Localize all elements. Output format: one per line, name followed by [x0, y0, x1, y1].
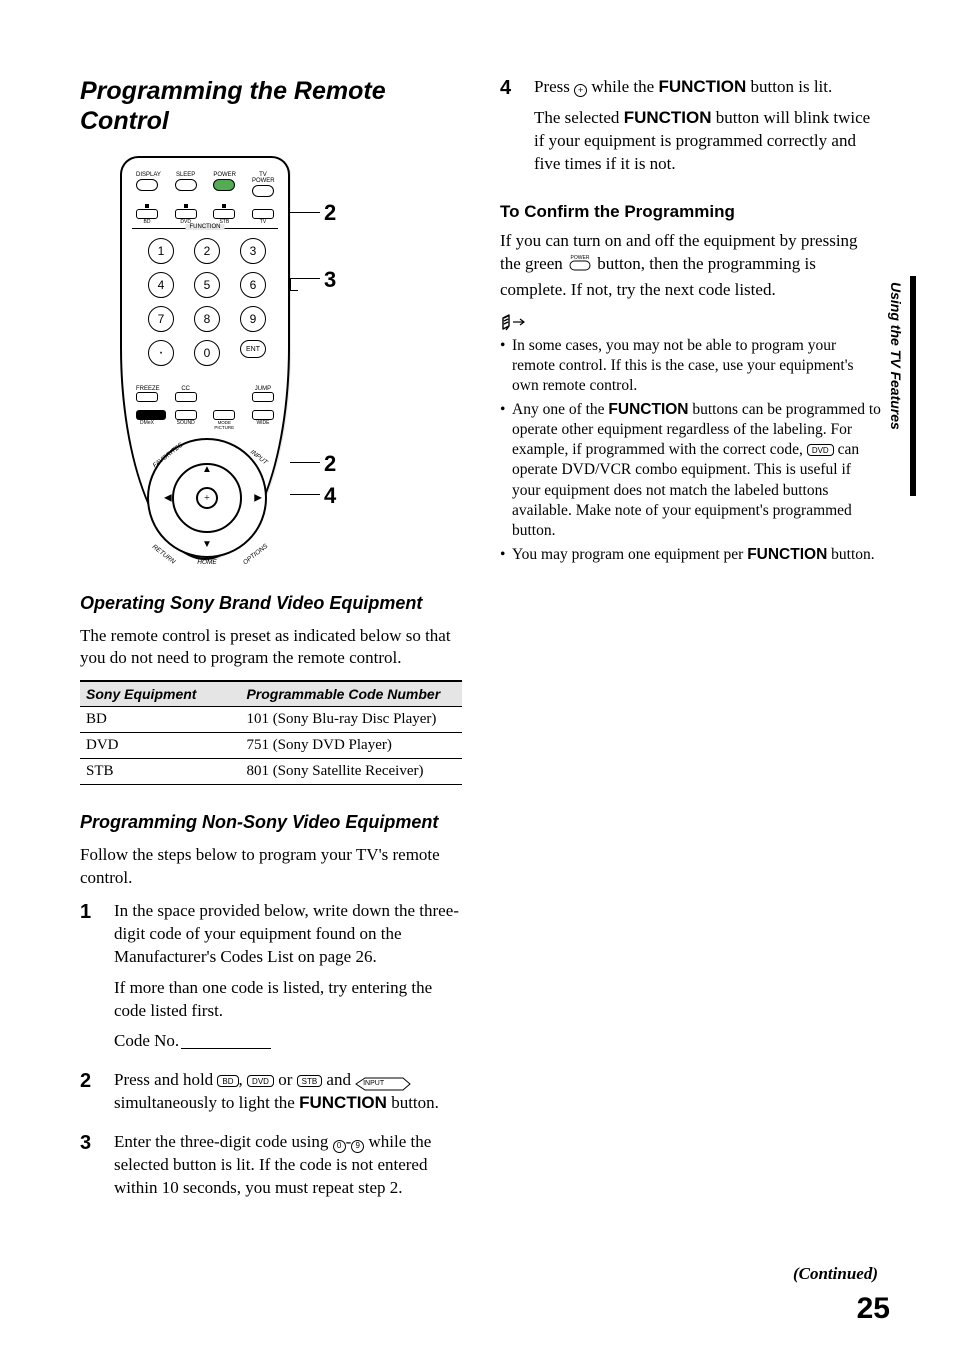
- manual-page: Using the TV Features Programming the Re…: [0, 0, 954, 1356]
- step-1: 1 In the space provided below, write dow…: [80, 900, 462, 1062]
- callout-3: 3: [324, 267, 336, 293]
- input-icon: INPUT: [355, 1077, 396, 1090]
- steps-list-continued: 4 Press + while the FUNCTION button is l…: [500, 76, 882, 184]
- table-row: DVD751 (Sony DVD Player): [80, 733, 462, 759]
- callout-4: 4: [324, 483, 336, 509]
- page-number: 25: [857, 1292, 890, 1326]
- intro-sony: The remote control is preset as indicate…: [80, 625, 462, 671]
- power-button-icon: POWER: [567, 254, 593, 279]
- tab-bar: [910, 276, 916, 496]
- steps-list: 1 In the space provided below, write dow…: [80, 900, 462, 1208]
- step-number: 2: [80, 1069, 114, 1123]
- tab-label: Using the TV Features: [888, 282, 904, 430]
- th-equipment: Sony Equipment: [80, 681, 240, 707]
- dvd-button: [175, 209, 197, 219]
- right-column: 4 Press + while the FUNCTION button is l…: [500, 76, 882, 1216]
- th-code: Programmable Code Number: [240, 681, 462, 707]
- code-blank-line: [181, 1048, 271, 1049]
- step-number: 4: [500, 76, 534, 184]
- remote-outline: DISPLAY SLEEP POWER TV POWER BD DVD STB …: [120, 156, 290, 560]
- digit-0-icon: 0: [333, 1140, 346, 1153]
- table-row: BD101 (Sony Blu-ray Disc Player): [80, 707, 462, 733]
- callout-2b: 2: [324, 451, 336, 477]
- left-column: Programming the Remote Control DISPLAY S…: [80, 76, 462, 1216]
- heading-nonsony: Programming Non-Sony Video Equipment: [80, 811, 462, 834]
- stb-button: [213, 209, 235, 219]
- step-4: 4 Press + while the FUNCTION button is l…: [500, 76, 882, 184]
- section-tab: Using the TV Features: [886, 276, 906, 496]
- step-number: 1: [80, 900, 114, 1062]
- note-item: In some cases, you may not be able to pr…: [500, 336, 882, 396]
- bd-icon: BD: [217, 1075, 238, 1087]
- digit-9-icon: 9: [351, 1140, 364, 1153]
- enter-plus-icon: +: [574, 84, 587, 97]
- step-2: 2 Press and hold BD, DVD or STB and INPU…: [80, 1069, 462, 1123]
- confirm-text: If you can turn on and off the equipment…: [500, 230, 882, 302]
- navigation-wheel: + ▲ ▼ ◀ ▶ FAVORITES INPUT RETURN OPTIONS…: [134, 436, 280, 560]
- step-number: 3: [80, 1131, 114, 1208]
- note-icon: [500, 312, 882, 332]
- svg-text:POWER: POWER: [571, 255, 590, 261]
- number-pad: 123 456 789 ·0ENT: [148, 238, 266, 374]
- continued-label: (Continued): [793, 1264, 878, 1284]
- note-item: You may program one equipment per FUNCTI…: [500, 545, 882, 565]
- stb-icon: STB: [297, 1075, 323, 1087]
- notes-list: In some cases, you may not be able to pr…: [500, 336, 882, 566]
- bd-button: [136, 209, 158, 219]
- note-item: Any one of the FUNCTION buttons can be p…: [500, 400, 882, 541]
- step-3: 3 Enter the three-digit code using 0-9 w…: [80, 1131, 462, 1208]
- remote-illustration: DISPLAY SLEEP POWER TV POWER BD DVD STB …: [120, 156, 360, 566]
- dvd-icon: DVD: [807, 444, 834, 456]
- callout-2a: 2: [324, 200, 336, 226]
- heading-sony-equipment: Operating Sony Brand Video Equipment: [80, 592, 462, 615]
- sony-codes-table: Sony Equipment Programmable Code Number …: [80, 680, 462, 785]
- page-title: Programming the Remote Control: [80, 76, 462, 136]
- two-column-layout: Programming the Remote Control DISPLAY S…: [80, 76, 884, 1216]
- dvd-icon: DVD: [247, 1075, 274, 1087]
- heading-confirm: To Confirm the Programming: [500, 202, 882, 222]
- table-row: STB801 (Sony Satellite Receiver): [80, 759, 462, 785]
- intro-nonsony: Follow the steps below to program your T…: [80, 844, 462, 890]
- tv-button: [252, 209, 274, 219]
